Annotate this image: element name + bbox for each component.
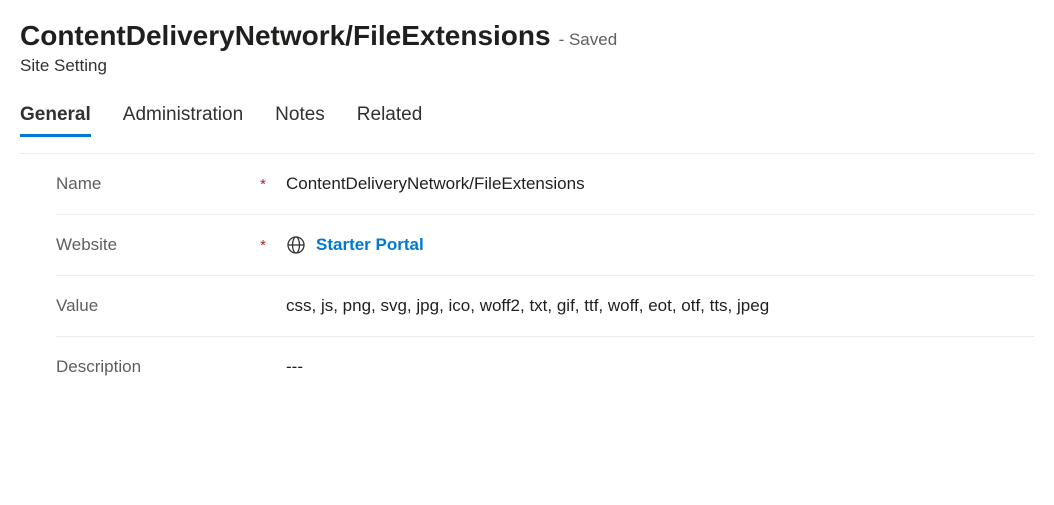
page-title: ContentDeliveryNetwork/FileExtensions [20,20,551,52]
field-row-website: Website * Starter Portal [56,215,1034,276]
name-field[interactable]: ContentDeliveryNetwork/FileExtensions [286,174,1034,194]
tab-general[interactable]: General [20,96,91,137]
value-field[interactable]: css, js, png, svg, jpg, ico, woff2, txt,… [286,296,1034,316]
field-label-description: Description [56,357,286,377]
globe-icon [286,235,306,255]
field-row-description: Description --- [56,337,1034,397]
field-label-website: Website * [56,235,286,255]
label-text-website: Website [56,235,117,255]
value-value-text: css, js, png, svg, jpg, ico, woff2, txt,… [286,296,769,316]
website-field[interactable]: Starter Portal [286,235,1034,255]
tab-administration[interactable]: Administration [123,96,243,137]
required-indicator: * [260,176,266,193]
description-field[interactable]: --- [286,357,1034,377]
label-text-description: Description [56,357,141,377]
label-text-name: Name [56,174,101,194]
name-value-text: ContentDeliveryNetwork/FileExtensions [286,174,585,194]
save-status: - Saved [559,30,618,50]
description-value-text: --- [286,357,303,377]
header-title-row: ContentDeliveryNetwork/FileExtensions - … [20,20,1034,52]
field-row-name: Name * ContentDeliveryNetwork/FileExtens… [56,154,1034,215]
page-header: ContentDeliveryNetwork/FileExtensions - … [20,20,1034,76]
website-link[interactable]: Starter Portal [316,235,424,255]
field-label-value: Value [56,296,286,316]
tab-related[interactable]: Related [357,96,423,137]
form-panel: Name * ContentDeliveryNetwork/FileExtens… [20,153,1034,397]
label-text-value: Value [56,296,98,316]
tab-notes[interactable]: Notes [275,96,325,137]
tab-bar: General Administration Notes Related [20,96,1034,137]
entity-type-label: Site Setting [20,56,1034,76]
field-row-value: Value css, js, png, svg, jpg, ico, woff2… [56,276,1034,337]
field-label-name: Name * [56,174,286,194]
required-indicator: * [260,237,266,254]
